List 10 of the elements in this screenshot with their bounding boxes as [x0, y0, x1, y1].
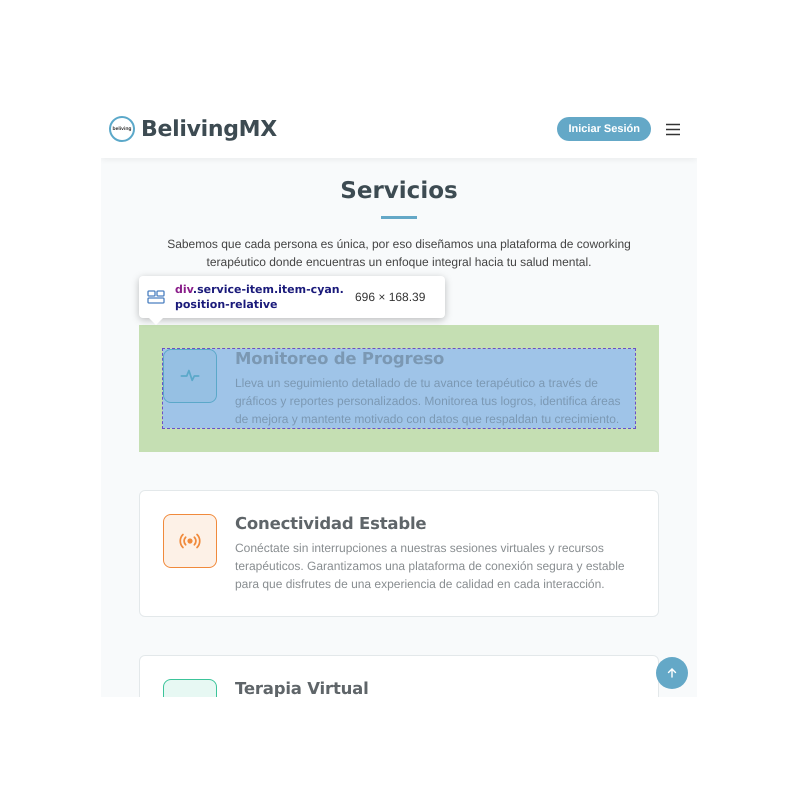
element-size: 696 × 168.39 [355, 290, 426, 304]
service-description: Conéctate sin interrupciones a nuestras sesiones virtuales y recursos terapéuticos. Garantizamos una plataforma de conexión segura y estable para que disfrutes de una experiencia de calidad en cada interacción. [235, 540, 626, 593]
element-selector: div.service-item.item-cyan.position-relative [175, 282, 345, 312]
section-subtitle: Sabemos que cada persona es única, por eso diseñamos una plataforma de coworking terapéutico donde encuentras un enfoque integral hacia tu salud mental. [166, 236, 632, 271]
logo-text[interactable]: BelivingMX [141, 116, 277, 142]
service-title: Conectividad Estable [235, 514, 428, 533]
menu-icon[interactable] [665, 122, 681, 136]
layout-icon [147, 290, 165, 304]
section-title: Servicios [339, 178, 459, 204]
arrow-up-icon [666, 667, 678, 679]
